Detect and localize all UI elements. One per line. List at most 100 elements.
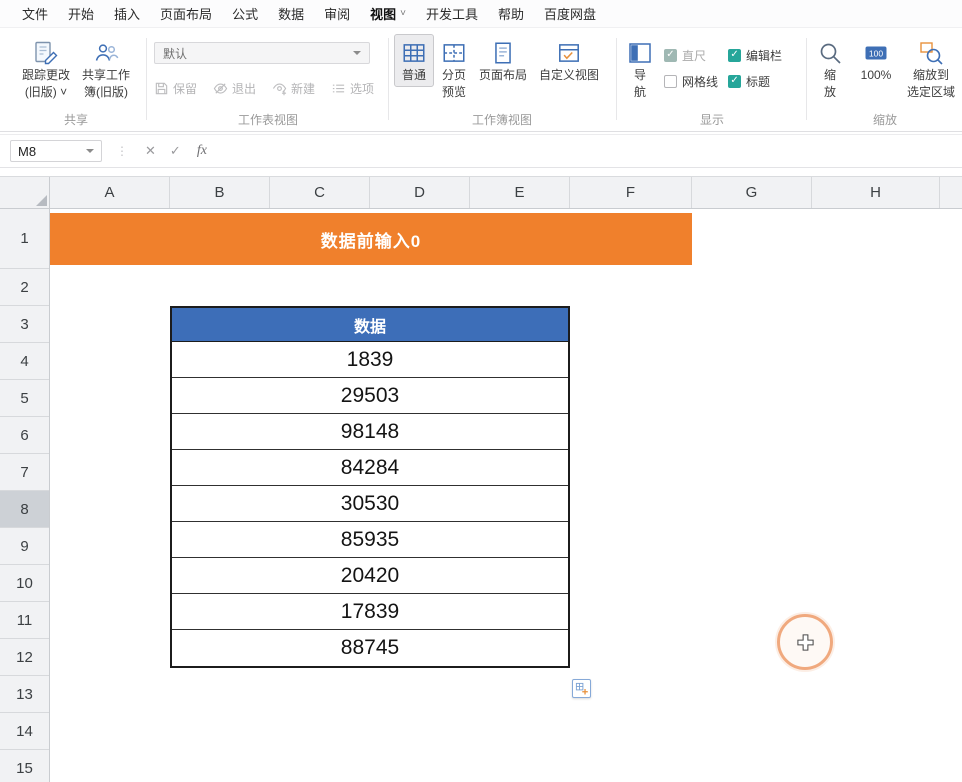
column-header-D[interactable]: D [370, 177, 470, 208]
column-header-G[interactable]: G [692, 177, 812, 208]
new-view-button[interactable]: 新建 [272, 80, 315, 97]
table-cell-row-4[interactable]: 1839 [172, 342, 568, 378]
name-box[interactable]: M8 [10, 140, 102, 162]
magnifier-icon [817, 40, 843, 66]
row-header-11[interactable]: 11 [0, 602, 49, 639]
custom-views-button[interactable]: 自定义视图 [534, 34, 604, 87]
menu-tab-4[interactable]: 页面布局 [150, 0, 222, 28]
column-header-C[interactable]: C [270, 177, 370, 208]
row-header-10[interactable]: 10 [0, 565, 49, 602]
select-all-triangle-icon [36, 195, 47, 206]
insert-function-icon[interactable]: fx [188, 143, 214, 159]
menu-tab-11[interactable]: 百度网盘 [534, 0, 606, 28]
svg-text:100: 100 [869, 49, 883, 59]
navigation-button[interactable]: 导 航 [622, 34, 658, 104]
checkbox-formula-bar[interactable]: ✓编辑栏 [728, 47, 782, 64]
column-header-E[interactable]: E [470, 177, 570, 208]
row-header-3[interactable]: 3 [0, 306, 49, 343]
checkbox-label: 标题 [746, 73, 770, 90]
menu-tab-10[interactable]: 帮助 [488, 0, 534, 28]
checkbox-headings[interactable]: ✓ 标题 [728, 73, 782, 90]
menu-tab-5[interactable]: 公式 [222, 0, 268, 28]
banner-cell[interactable]: 数据前输入0 [50, 213, 692, 265]
table-cell-row-6[interactable]: 98148 [172, 414, 568, 450]
view-options-button[interactable]: 选项 [331, 80, 374, 97]
cancel-icon[interactable]: ✕ [138, 143, 163, 159]
menu-tab-label: 帮助 [498, 4, 524, 23]
name-box-caret-icon [86, 149, 94, 157]
row-header-15[interactable]: 15 [0, 750, 49, 782]
row-header-8[interactable]: 8 [0, 491, 49, 528]
menu-tab-label: 插入 [114, 4, 140, 23]
table-cell-row-9[interactable]: 85935 [172, 522, 568, 558]
navigation-pane-icon [627, 40, 653, 66]
sheet-view-actions: 保留 退出 新建 选项 [154, 80, 374, 97]
row-header-13[interactable]: 13 [0, 676, 49, 713]
menu-tab-7[interactable]: 审阅 [314, 0, 360, 28]
data-table: 数据 1839295039814884284305308593520420178… [170, 306, 570, 668]
row-header-14[interactable]: 14 [0, 713, 49, 750]
select-all-corner[interactable] [0, 177, 50, 209]
ribbon-group-show: 导 航 ✓直尺网格线✓编辑栏✓标题 显示 [620, 28, 804, 132]
ribbon-group-workbook-view: 普通 分页 预览 页面布局 自定义视图 工作簿视图 [392, 28, 612, 132]
row-header-5[interactable]: 5 [0, 380, 49, 417]
confirm-icon[interactable]: ✓ [163, 143, 188, 159]
menu-tab-label: 数据 [278, 4, 304, 23]
checkbox-gridlines[interactable]: 网格线 [664, 73, 718, 90]
column-header-F[interactable]: F [570, 177, 692, 208]
eye-plus-icon [272, 81, 287, 96]
table-cell-row-12[interactable]: 88745 [172, 630, 568, 666]
menu-tab-label: 页面布局 [160, 4, 212, 23]
normal-view-button[interactable]: 普通 [394, 34, 434, 87]
checkbox-ruler[interactable]: ✓直尺 [664, 47, 718, 64]
keep-view-button[interactable]: 保留 [154, 80, 197, 97]
menu-tab-2[interactable]: 开始 [58, 0, 104, 28]
table-cell-row-11[interactable]: 17839 [172, 594, 568, 630]
page-break-preview-icon [441, 40, 467, 66]
sheet-view-dropdown[interactable]: 默认 [154, 42, 370, 64]
row-header-1[interactable]: 1 [0, 209, 49, 269]
track-changes-label: 跟踪更改 [22, 68, 70, 83]
zoom-button[interactable]: 缩 放 [810, 34, 850, 104]
share-workbook-button[interactable]: 共享工作 簿(旧版) [77, 34, 135, 104]
click-indicator [777, 614, 833, 670]
ribbon-separator [806, 38, 807, 120]
zoom-to-selection-button[interactable]: 缩放到 选定区域 [902, 34, 960, 104]
checkbox-box-icon: ✓ [664, 49, 677, 62]
row-header-7[interactable]: 7 [0, 454, 49, 491]
row-header-6[interactable]: 6 [0, 417, 49, 454]
table-cell-row-5[interactable]: 29503 [172, 378, 568, 414]
table-header-cell[interactable]: 数据 [172, 308, 568, 342]
column-header-H[interactable]: H [812, 177, 940, 208]
row-header-9[interactable]: 9 [0, 528, 49, 565]
column-header-B[interactable]: B [170, 177, 270, 208]
menu-tab-8[interactable]: 视图˅ [360, 0, 416, 28]
share-workbook-icon [93, 40, 119, 66]
row-header-2[interactable]: 2 [0, 269, 49, 306]
fill-options-button[interactable] [572, 679, 591, 698]
sheet-area[interactable]: 数据前输入0 数据 183929503981488428430530859352… [50, 209, 962, 782]
table-cell-row-7[interactable]: 84284 [172, 450, 568, 486]
track-changes-button[interactable]: 跟踪更改 (旧版) ˅ [17, 34, 75, 104]
row-header-4[interactable]: 4 [0, 343, 49, 380]
checkbox-box-icon: ✓ [728, 75, 741, 88]
table-cell-row-8[interactable]: 30530 [172, 486, 568, 522]
row-header-12[interactable]: 12 [0, 639, 49, 676]
menu-tab-1[interactable]: 文件 [12, 0, 58, 28]
zoom-100-button[interactable]: 100 100% [854, 34, 898, 87]
share-workbook-label-2: 簿(旧版) [84, 85, 128, 100]
menu-tab-9[interactable]: 开发工具 [416, 0, 488, 28]
page-break-preview-label: 分页 [442, 68, 466, 83]
data-table-body: 1839295039814884284305308593520420178398… [172, 342, 568, 666]
menu-tab-3[interactable]: 插入 [104, 0, 150, 28]
formula-input[interactable] [214, 135, 962, 167]
page-layout-button[interactable]: 页面布局 [474, 34, 532, 87]
ribbon-group-sheet-view: 默认 保留 退出 新建 选项 [152, 28, 384, 132]
exit-view-button[interactable]: 退出 [213, 80, 256, 97]
list-icon [331, 81, 346, 96]
column-header-A[interactable]: A [50, 177, 170, 208]
menu-tab-6[interactable]: 数据 [268, 0, 314, 28]
page-break-preview-button[interactable]: 分页 预览 [436, 34, 472, 104]
table-cell-row-10[interactable]: 20420 [172, 558, 568, 594]
fill-options-icon [575, 682, 588, 695]
